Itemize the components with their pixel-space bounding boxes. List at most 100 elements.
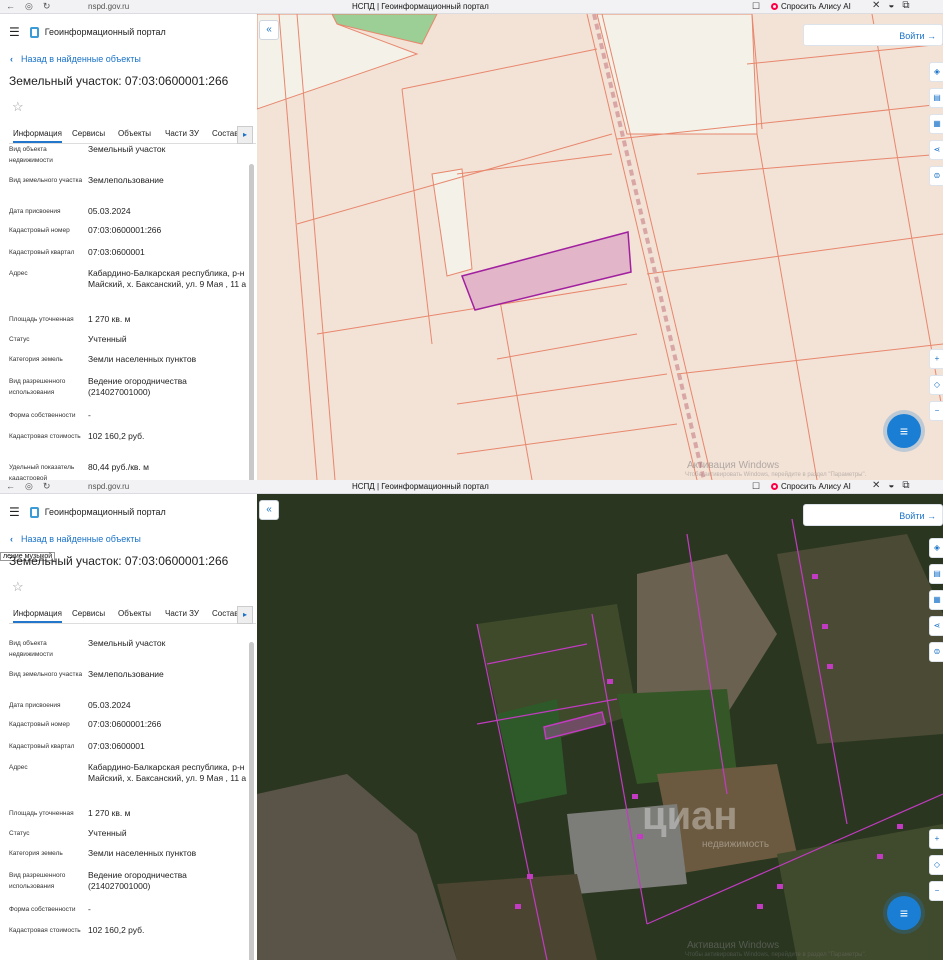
screenshot-satellite-map: ←◎↻ nspd.gov.ru НСПД | Геоинформационный… <box>0 480 943 960</box>
property-label: Вид разрешенного использования <box>9 378 66 396</box>
menu-icon[interactable]: ☰ <box>9 505 20 519</box>
browser-toolbar: ←◎↻ nspd.gov.ru НСПД | Геоинформационный… <box>0 480 943 494</box>
property-label: Вид земельного участка <box>9 671 83 678</box>
back-link[interactable]: ‹ Назад в найденные объекты <box>10 54 141 64</box>
login-icon: → <box>927 511 936 521</box>
print-icon[interactable]: ▦ <box>929 114 943 134</box>
property-label: Адрес <box>9 764 28 771</box>
zoom-in-icon[interactable]: + <box>929 349 943 369</box>
ruler-icon[interactable]: ▤ <box>929 88 943 108</box>
property-value: 07:03:0600001 <box>88 741 145 751</box>
alice-button[interactable]: Спросить Алису AI <box>771 2 851 11</box>
property-label: Статус <box>9 830 30 837</box>
property-label: Вид объекта недвижимости <box>9 640 53 658</box>
tab-services[interactable]: Сервисы <box>72 129 105 138</box>
address-bar[interactable]: nspd.gov.ru <box>88 482 129 491</box>
property-label: Удельный показатель кадастровой <box>9 464 75 480</box>
alice-button[interactable]: Спросить Алису AI <box>771 482 851 491</box>
bookmark-icon[interactable]: ☐ <box>752 481 760 492</box>
property-label: Вид объекта недвижимости <box>9 146 53 164</box>
back-link[interactable]: ‹ Назад в найденные объекты <box>10 534 141 544</box>
property-label: Кадастровая стоимость <box>9 433 81 440</box>
layers-icon[interactable]: ◈ <box>929 62 943 82</box>
locate-icon[interactable]: ◇ <box>929 855 943 875</box>
property-value: 102 160,2 руб. <box>88 925 145 935</box>
alice-icon <box>771 3 778 10</box>
layers-icon[interactable]: ◈ <box>929 538 943 558</box>
login-icon: → <box>927 31 936 41</box>
property-label: Дата присвоения <box>9 208 61 215</box>
property-label: Кадастровый номер <box>9 227 70 234</box>
screenshot-scheme-map: ←◎↻ nspd.gov.ru НСПД | Геоинформационный… <box>0 0 943 480</box>
browser-nav-icons[interactable]: ←◎↻ <box>6 1 60 12</box>
chat-icon[interactable]: ≡ <box>887 414 921 448</box>
locate-icon[interactable]: ◇ <box>929 375 943 395</box>
browser-tools-icons[interactable]: ✕◒⧉ <box>872 0 918 11</box>
portal-logo-icon <box>29 26 39 38</box>
tab-bar: Информация Сервисы Объекты Части ЗУ Сост… <box>9 606 256 624</box>
property-value: 1 270 кв. м <box>88 314 131 324</box>
browser-tools-icons[interactable]: ✕◒⧉ <box>872 480 918 491</box>
panel-header: ☰ Геоинформационный портал <box>9 504 166 520</box>
property-label: Кадастровый номер <box>9 721 70 728</box>
tab-composition[interactable]: Состав <box>212 609 239 618</box>
filter-icon[interactable]: ⊜ <box>929 642 943 662</box>
page-title: Земельный участок: 07:03:0600001:266 <box>9 554 229 568</box>
satellite-map[interactable]: « Войти → ◈ ▤ ▦ ⋖ ⊜ + ◇ − циан недвижимо… <box>257 494 943 960</box>
property-value: 80,44 руб./кв. м <box>88 462 150 472</box>
filter-icon[interactable]: ⊜ <box>929 166 943 186</box>
bookmark-icon[interactable]: ☐ <box>752 1 760 12</box>
menu-icon[interactable]: ☰ <box>9 25 20 39</box>
crop-field <box>437 874 597 960</box>
scheme-map-canvas <box>257 14 943 480</box>
login-button[interactable]: Войти → <box>803 24 943 46</box>
property-value: Земельный участок <box>88 638 166 648</box>
portal-title: Геоинформационный портал <box>44 507 166 517</box>
star-icon[interactable]: ☆ <box>12 579 24 595</box>
chevron-right-icon[interactable]: ▸ <box>237 606 253 624</box>
print-icon[interactable]: ▦ <box>929 590 943 610</box>
property-value: 1 270 кв. м <box>88 808 131 818</box>
tab-info[interactable]: Информация <box>13 129 62 143</box>
property-label: Категория земель <box>9 356 63 363</box>
collapse-panel-button[interactable]: « <box>259 500 279 520</box>
property-value: Землепользование <box>88 669 164 679</box>
info-panel: ☰ Геоинформационный портал ‹ Назад в найд… <box>0 14 256 480</box>
cian-watermark: циан <box>642 794 738 838</box>
property-label: Кадастровая стоимость <box>9 927 81 934</box>
property-value: 07:03:0600001:266 <box>88 719 162 729</box>
collapse-panel-button[interactable]: « <box>259 20 279 40</box>
panel-scrollbar[interactable] <box>249 164 254 480</box>
property-label: Площадь уточненная <box>9 810 74 817</box>
property-value: 05.03.2024 <box>88 700 131 710</box>
tab-parts[interactable]: Части ЗУ <box>165 609 199 618</box>
share-icon[interactable]: ⋖ <box>929 140 943 160</box>
login-button[interactable]: Войти → <box>803 504 943 526</box>
zoom-in-icon[interactable]: + <box>929 829 943 849</box>
property-label: Кадастровый квартал <box>9 249 75 256</box>
tab-composition[interactable]: Состав <box>212 129 239 138</box>
property-value: Учтенный <box>88 334 127 344</box>
alice-icon <box>771 483 778 490</box>
browser-nav-icons[interactable]: ←◎↻ <box>6 481 60 492</box>
ruler-icon[interactable]: ▤ <box>929 564 943 584</box>
page-title: Земельный участок: 07:03:0600001:266 <box>9 74 229 88</box>
windows-watermark: Активация Windows <box>687 940 780 951</box>
panel-scrollbar[interactable] <box>249 642 254 960</box>
chat-icon[interactable]: ≡ <box>887 896 921 930</box>
tab-objects[interactable]: Объекты <box>118 609 151 618</box>
share-icon[interactable]: ⋖ <box>929 616 943 636</box>
tab-services[interactable]: Сервисы <box>72 609 105 618</box>
tab-objects[interactable]: Объекты <box>118 129 151 138</box>
chevron-right-icon[interactable]: ▸ <box>237 126 253 144</box>
star-icon[interactable]: ☆ <box>12 99 24 115</box>
property-label: Вид разрешенного использования <box>9 872 66 890</box>
property-value: Земли населенных пунктов <box>88 848 197 858</box>
tab-info[interactable]: Информация <box>13 609 62 623</box>
address-bar[interactable]: nspd.gov.ru <box>88 2 129 11</box>
scheme-map[interactable]: « Войти → ◈ ▤ ▦ ⋖ ⊜ + ◇ − ≡ Активация Wi… <box>257 14 943 480</box>
zoom-out-icon[interactable]: − <box>929 881 943 901</box>
property-value: 05.03.2024 <box>88 206 131 216</box>
zoom-out-icon[interactable]: − <box>929 401 943 421</box>
tab-parts[interactable]: Части ЗУ <box>165 129 199 138</box>
